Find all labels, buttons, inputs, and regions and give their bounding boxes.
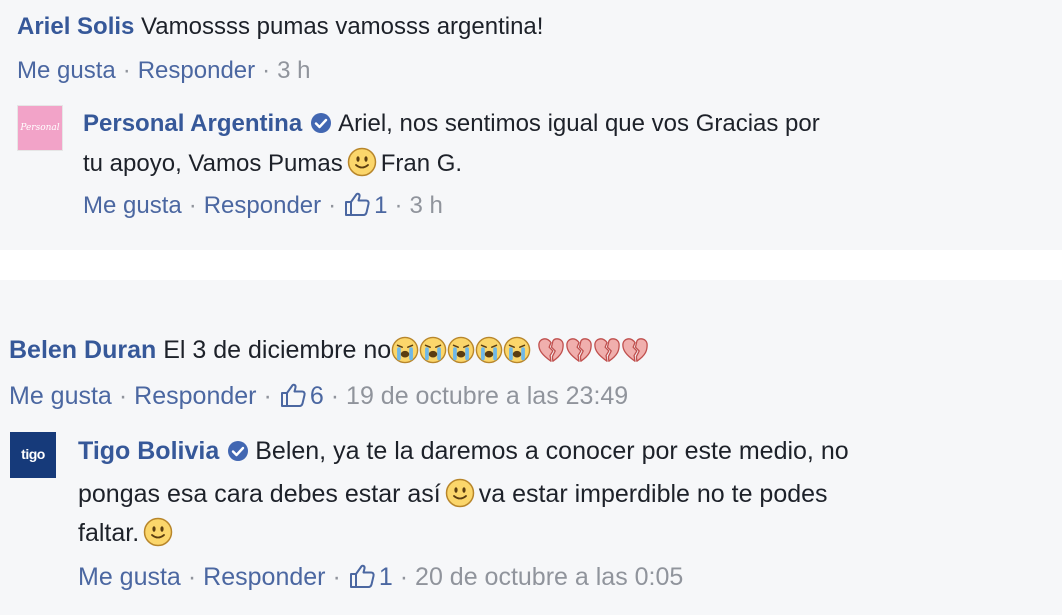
comment-actions: Me gusta · Responder · 3 h (17, 57, 311, 85)
broken-heart-emoji-icon (621, 336, 649, 364)
crying-face-emoji-icon (447, 336, 475, 364)
reply-link[interactable]: Responder (204, 192, 321, 219)
separator-dot: · (330, 382, 340, 410)
reply-line-2: tu apoyo, Vamos Pumas Fran G. (83, 147, 462, 178)
verified-badge-icon (310, 112, 332, 134)
smile-emoji-icon (445, 478, 475, 508)
smile-emoji-icon (347, 147, 377, 177)
reply-text-line2a: tu apoyo, Vamos Pumas (83, 150, 343, 177)
comment-author-link[interactable]: Belen Duran (9, 336, 156, 364)
separator-dot: · (262, 57, 271, 84)
like-count[interactable]: 6 (310, 382, 324, 410)
reply-text-line2b: va estar imperdible no te podes (478, 480, 828, 508)
timestamp-link[interactable]: 20 de octubre a las 0:05 (415, 563, 683, 591)
like-link[interactable]: Me gusta (9, 382, 112, 410)
separator-dot: · (263, 382, 272, 410)
avatar-logo-text: Personal (20, 123, 60, 133)
separator-dot: · (118, 382, 128, 410)
comment-text: Vamossss pumas vamosss argentina! (141, 13, 544, 40)
like-link[interactable]: Me gusta (78, 563, 181, 591)
separator-dot: · (187, 563, 197, 591)
crying-face-emoji-icon (419, 336, 447, 364)
comment-actions: Me gusta · Responder · 6 · 19 de octubre a las… (9, 381, 628, 411)
crying-face-emoji-icon (391, 336, 419, 364)
like-link[interactable]: Me gusta (83, 192, 182, 219)
separator-dot: · (394, 192, 403, 219)
comment-thread-belen: Belen Duran El 3 de diciembre no Me gust… (0, 280, 1062, 615)
like-count[interactable]: 1 (379, 563, 393, 591)
verified-badge-icon (227, 440, 249, 462)
timestamp-link[interactable]: 19 de octubre a las 23:49 (346, 382, 628, 410)
thumbs-up-icon[interactable] (348, 562, 376, 590)
broken-heart-emoji-icon (537, 336, 565, 364)
timestamp-link[interactable]: 3 h (410, 192, 443, 219)
reply-actions: Me gusta · Responder · 1 · 20 de octubre a las… (78, 562, 683, 592)
reply-link[interactable]: Responder (138, 57, 255, 84)
reply-line-3: faltar. (78, 517, 177, 548)
reply-text-line3: faltar. (78, 519, 140, 547)
comment-thread-ariel: Ariel Solis Vamossss pumas vamosss argen… (0, 0, 1062, 250)
reply-text-line2a: pongas esa cara debes estar así (78, 480, 441, 508)
comment-author-link[interactable]: Ariel Solis (17, 13, 134, 40)
crying-face-emoji-icon (503, 336, 531, 364)
broken-heart-emoji-icon (593, 336, 621, 364)
separator-dot: · (188, 192, 197, 219)
reply-line-2: pongas esa cara debes estar así va estar … (78, 478, 828, 509)
like-count[interactable]: 1 (374, 192, 387, 219)
like-link[interactable]: Me gusta (17, 57, 116, 84)
comment-ariel: Ariel Solis Vamossss pumas vamosss argen… (17, 13, 543, 41)
reply-line-1: Tigo Bolivia Belen, ya te la daremos a co… (78, 437, 849, 466)
smile-emoji-icon (143, 517, 173, 547)
separator-dot: · (332, 563, 341, 591)
avatar[interactable]: Personal (17, 105, 63, 151)
reply-link[interactable]: Responder (203, 563, 325, 591)
reply-text-line1: Ariel, nos sentimos igual que vos Gracia… (338, 110, 820, 137)
crying-face-emoji-icon (475, 336, 503, 364)
separator-dot: · (328, 192, 337, 219)
separator-dot: · (399, 563, 409, 591)
timestamp-link[interactable]: 3 h (277, 57, 310, 84)
avatar[interactable]: tigo (10, 432, 56, 478)
avatar-logo-text: tigo (21, 446, 45, 462)
comment-text: El 3 de diciembre no (163, 336, 392, 364)
reply-link[interactable]: Responder (134, 382, 256, 410)
broken-heart-emoji-icon (565, 336, 593, 364)
reply-author-link[interactable]: Tigo Bolivia (78, 437, 219, 465)
reply-text-line2b: Fran G. (380, 150, 463, 177)
comment-belen: Belen Duran El 3 de diciembre no (9, 336, 649, 365)
reply-author-link[interactable]: Personal Argentina (83, 110, 302, 137)
thumbs-up-icon[interactable] (279, 381, 307, 409)
thumbs-up-icon[interactable] (343, 190, 371, 218)
reply-line-1: Personal Argentina Ariel, nos sentimos ig… (83, 110, 820, 138)
reply-actions: Me gusta · Responder · 1 · 3 h (83, 190, 443, 220)
reply-text-line1: Belen, ya te la daremos a conocer por es… (255, 437, 849, 465)
separator-dot: · (122, 57, 131, 84)
